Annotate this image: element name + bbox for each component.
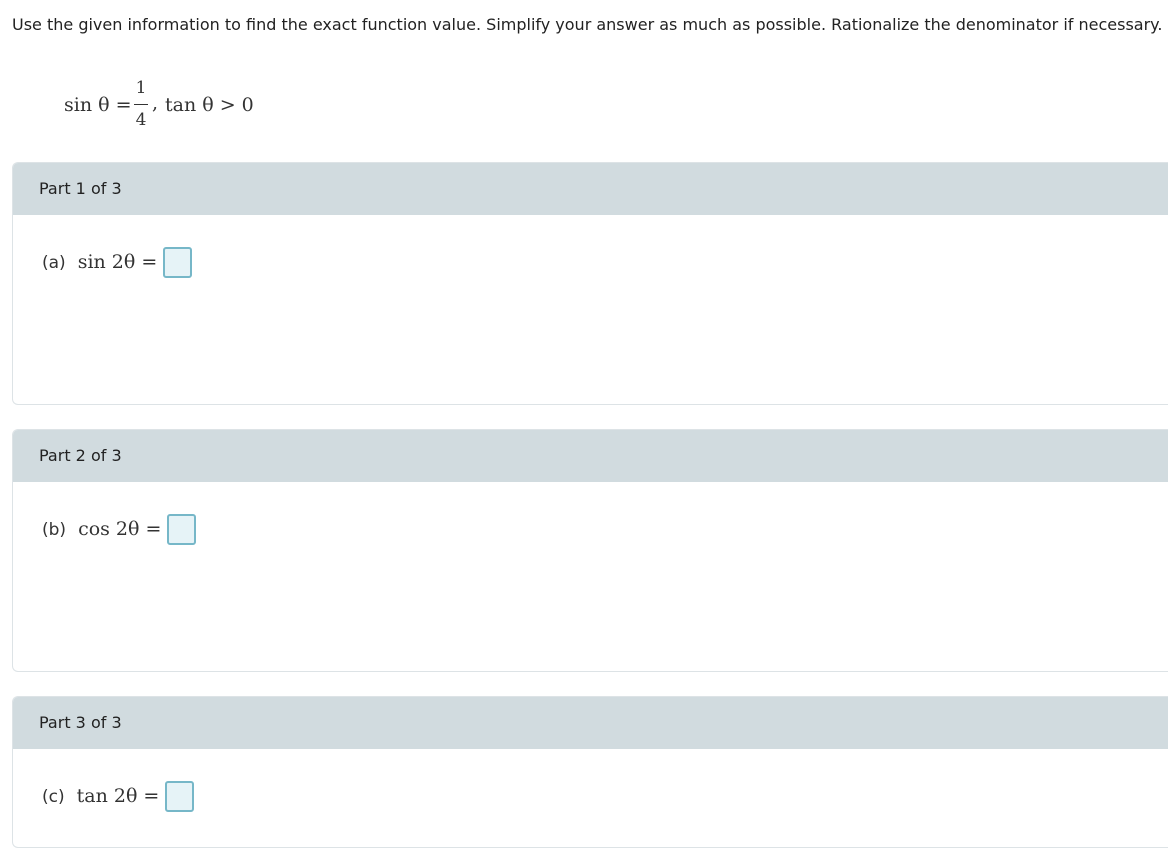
part-2-answer-input[interactable]	[167, 514, 197, 545]
instructions-text: Use the given information to find the ex…	[12, 15, 1163, 34]
part-1-answer-input[interactable]	[163, 247, 193, 278]
part-3-question: (c) tan 2θ =	[42, 781, 195, 812]
part-3-expression: tan 2θ =	[76, 785, 160, 807]
fraction-bar	[134, 104, 148, 105]
part-3-answer-input[interactable]	[165, 781, 195, 812]
part-2-question: (b) cos 2θ =	[42, 514, 197, 545]
part-3-title: Part 3 of 3	[39, 713, 122, 732]
part-1-label: (a)	[42, 253, 66, 273]
given-separator: ,	[152, 92, 159, 114]
part-1-question: (a) sin 2θ =	[42, 247, 193, 278]
given-sin-lhs: sin θ =	[64, 94, 132, 116]
part-2-label: (b)	[42, 520, 67, 540]
part-2-expression: cos 2θ =	[78, 518, 162, 540]
part-3-label: (c)	[42, 787, 65, 807]
part-1-expression: sin 2θ =	[77, 251, 158, 273]
part-1-title: Part 1 of 3	[39, 179, 122, 198]
part-1-panel: Part 1 of 3 (a) sin 2θ =	[12, 162, 1168, 405]
part-2-title: Part 2 of 3	[39, 446, 122, 465]
part-2-panel: Part 2 of 3 (b) cos 2θ =	[12, 429, 1168, 672]
part-2-header: Part 2 of 3	[13, 430, 1168, 482]
part-1-header: Part 1 of 3	[13, 163, 1168, 215]
part-3-header: Part 3 of 3	[13, 697, 1168, 749]
fraction-denominator: 4	[135, 110, 147, 130]
part-3-panel: Part 3 of 3 (c) tan 2θ =	[12, 696, 1168, 848]
fraction-numerator: 1	[135, 78, 147, 98]
given-tan-condition: tan θ > 0	[165, 94, 254, 116]
